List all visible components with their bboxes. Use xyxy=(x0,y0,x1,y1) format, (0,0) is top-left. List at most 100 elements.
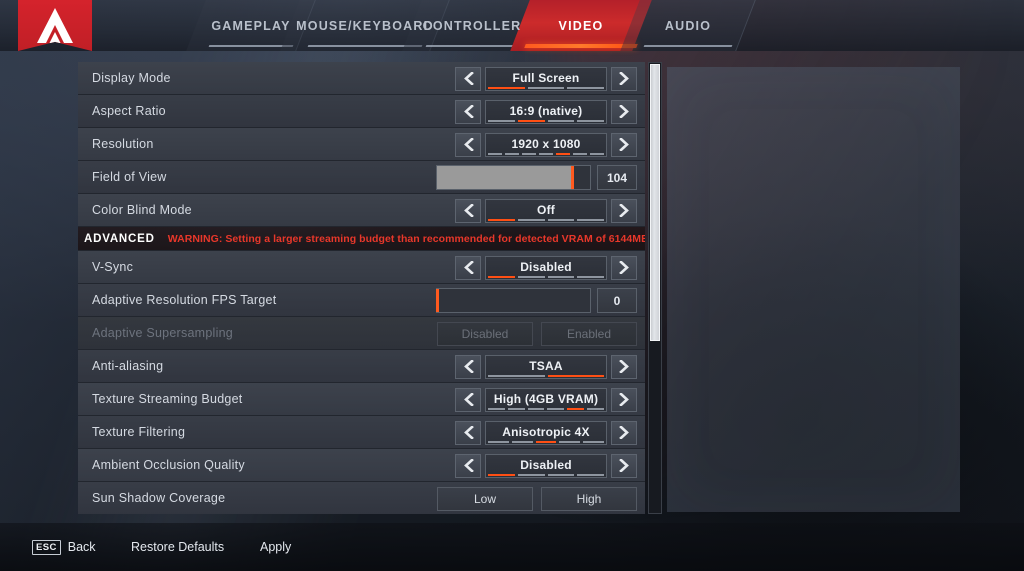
anti-aliasing-next-button[interactable] xyxy=(611,354,637,379)
segment xyxy=(488,407,505,410)
texture-streaming-budget-value[interactable]: High (4GB VRAM) xyxy=(485,387,607,412)
tab-label: MOUSE/KEYBOARD xyxy=(296,18,434,33)
tab-audio[interactable]: AUDIO xyxy=(620,0,756,51)
advanced-section-header: ADVANCED WARNING: Setting a larger stream… xyxy=(78,227,645,251)
resolution-value[interactable]: 1920 x 1080 xyxy=(485,132,607,157)
ambient-occlusion-quality-previous-button[interactable] xyxy=(455,453,481,478)
setting-value-text: TSAA xyxy=(529,358,563,373)
segment xyxy=(527,407,545,410)
value-segment-indicator xyxy=(488,275,604,278)
bottom-action-bar: ESC Back Restore Defaults Apply xyxy=(0,523,1024,571)
anti-aliasing-previous-button[interactable] xyxy=(455,354,481,379)
aspect-ratio-next-button[interactable] xyxy=(611,99,637,124)
field-of-view-slider[interactable] xyxy=(436,165,591,190)
segment xyxy=(488,440,509,443)
slider-handle[interactable] xyxy=(570,166,574,189)
sun-shadow-coverage-option-low[interactable]: Low xyxy=(437,486,533,511)
setting-control: Disabled Enabled xyxy=(437,317,645,350)
adaptive-supersampling-option-enabled: Enabled xyxy=(541,321,637,346)
setting-row-ambient-occlusion-quality: Ambient Occlusion Quality Disabled xyxy=(78,449,645,482)
texture-filtering-next-button[interactable] xyxy=(611,420,637,445)
display-mode-previous-button[interactable] xyxy=(455,66,481,91)
tab-label: VIDEO xyxy=(558,18,604,33)
adaptive-supersampling-option-disabled: Disabled xyxy=(437,321,533,346)
setting-value-text: Off xyxy=(537,202,555,217)
color-blind-mode-value[interactable]: Off xyxy=(485,198,607,223)
ambient-occlusion-quality-value[interactable]: Disabled xyxy=(485,453,607,478)
value-segment-indicator xyxy=(488,218,604,221)
segment xyxy=(547,374,604,377)
aspect-ratio-value[interactable]: 16:9 (native) xyxy=(485,99,607,124)
value-segment-indicator xyxy=(488,440,604,443)
segment xyxy=(547,275,575,278)
settings-preview-pane xyxy=(667,67,960,512)
setting-control: Off xyxy=(455,194,645,227)
esc-key-hint: ESC xyxy=(32,539,61,555)
v-sync-previous-button[interactable] xyxy=(455,255,481,280)
setting-label: Aspect Ratio xyxy=(92,104,166,118)
tab-underline xyxy=(643,45,733,47)
restore-defaults-action[interactable]: Restore Defaults xyxy=(131,540,224,554)
v-sync-value[interactable]: Disabled xyxy=(485,255,607,280)
tab-strip: GAMEPLAY MOUSE/KEYBOARD CONTROLLER VIDEO AUD… xyxy=(0,0,1024,51)
texture-filtering-previous-button[interactable] xyxy=(455,420,481,445)
settings-scrollbar-track[interactable] xyxy=(648,62,662,514)
segment xyxy=(511,440,533,443)
setting-row-field-of-view: Field of View 104 xyxy=(78,161,645,194)
setting-row-v-sync: V-Sync Disabled xyxy=(78,251,645,284)
apex-logo-glyph xyxy=(37,8,73,43)
value-segment-indicator xyxy=(488,86,605,89)
slider-handle[interactable] xyxy=(436,289,439,312)
segment xyxy=(567,407,585,410)
setting-control: Disabled xyxy=(455,251,645,284)
color-blind-mode-next-button[interactable] xyxy=(611,198,637,223)
sun-shadow-coverage-option-high[interactable]: High xyxy=(541,486,637,511)
setting-value-text: Full Screen xyxy=(512,70,580,85)
setting-control: High (4GB VRAM) xyxy=(455,383,645,416)
segment xyxy=(583,440,604,443)
segment xyxy=(488,473,515,476)
color-blind-mode-previous-button[interactable] xyxy=(455,198,481,223)
setting-control: TSAA xyxy=(455,350,645,383)
v-sync-next-button[interactable] xyxy=(611,255,637,280)
texture-streaming-budget-next-button[interactable] xyxy=(611,387,637,412)
apply-action[interactable]: Apply xyxy=(260,540,291,554)
adaptive-resolution-fps-target-slider[interactable] xyxy=(436,288,591,313)
aspect-ratio-previous-button[interactable] xyxy=(455,99,481,124)
setting-value-text: 16:9 (native) xyxy=(509,103,583,118)
setting-label: Display Mode xyxy=(92,71,171,85)
resolution-next-button[interactable] xyxy=(611,132,637,157)
resolution-previous-button[interactable] xyxy=(455,132,481,157)
tab-label: GAMEPLAY xyxy=(211,18,291,33)
segment xyxy=(488,218,515,221)
display-mode-next-button[interactable] xyxy=(611,66,637,91)
back-action[interactable]: ESC Back xyxy=(32,539,96,555)
segment xyxy=(517,218,545,221)
texture-filtering-value[interactable]: Anisotropic 4X xyxy=(485,420,607,445)
setting-label: Adaptive Supersampling xyxy=(92,326,233,340)
ambient-occlusion-quality-next-button[interactable] xyxy=(611,453,637,478)
setting-control: Low High xyxy=(437,482,645,514)
value-segment-indicator xyxy=(488,374,604,377)
setting-row-adaptive-resolution-fps-target: Adaptive Resolution FPS Target 0 xyxy=(78,284,645,317)
stepper-control: Disabled xyxy=(455,255,645,280)
segment xyxy=(567,86,605,89)
setting-control: Full Screen xyxy=(455,62,645,95)
setting-label: Texture Streaming Budget xyxy=(92,392,243,406)
stepper-control: 1920 x 1080 xyxy=(455,132,645,157)
display-mode-value[interactable]: Full Screen xyxy=(485,66,607,91)
video-settings-panel: Display Mode Full Screen Aspect Ratio 16:9 … xyxy=(78,62,645,514)
segment xyxy=(577,119,604,122)
segment xyxy=(535,440,557,443)
value-segment-indicator xyxy=(488,119,604,122)
settings-scrollbar-thumb[interactable] xyxy=(650,64,660,341)
setting-control: Anisotropic 4X xyxy=(455,416,645,449)
segment xyxy=(556,152,570,155)
segment xyxy=(587,407,604,410)
adaptive-resolution-fps-target-value: 0 xyxy=(597,288,637,313)
anti-aliasing-value[interactable]: TSAA xyxy=(485,354,607,379)
texture-streaming-budget-previous-button[interactable] xyxy=(455,387,481,412)
stepper-control: Anisotropic 4X xyxy=(455,420,645,445)
apply-label: Apply xyxy=(260,540,292,554)
segment xyxy=(517,473,545,476)
